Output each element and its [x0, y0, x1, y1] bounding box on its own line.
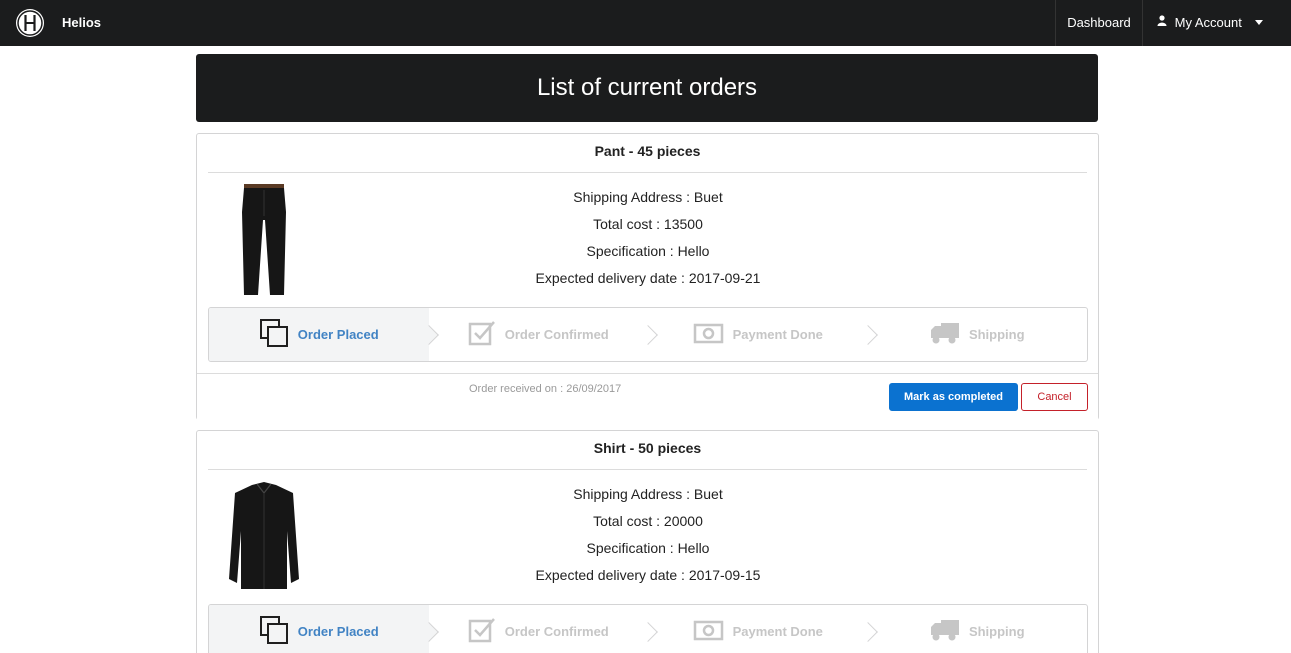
order-card: Pant - 45 pieces Shipping Address : Buet…: [196, 133, 1099, 420]
brand-name[interactable]: Helios: [62, 15, 101, 30]
order-card: Shirt - 50 pieces Shipping Address : Bue…: [196, 430, 1099, 653]
total-cost: Total cost : 20000: [593, 513, 703, 529]
step-label: Order Placed: [297, 624, 379, 639]
user-icon: [1157, 0, 1167, 45]
truck-icon: [930, 321, 960, 348]
order-details: Shipping Address : Buet Total cost : 135…: [497, 184, 799, 292]
specification: Specification : Hello: [586, 540, 710, 556]
cancel-button[interactable]: Cancel: [1021, 383, 1088, 411]
money-bill-icon: [693, 620, 724, 644]
expected-delivery-date: Expected delivery date : 2017-09-21: [535, 270, 761, 286]
money-bill-icon: [693, 323, 724, 347]
order-received-date: Order received on : 26/09/2017: [469, 383, 622, 395]
copy-icon: [259, 615, 289, 648]
order-footer: Order received on : 26/09/2017 Mark as c…: [197, 373, 1098, 420]
chevron-down-icon: [1255, 19, 1264, 25]
specification: Specification : Hello: [586, 243, 710, 259]
order-progress-steps: Order Placed Order Confirmed Payment Don…: [208, 307, 1088, 362]
step-shipping[interactable]: Shipping: [868, 308, 1088, 361]
checkbox-checked-icon: [468, 320, 496, 349]
shipping-address: Shipping Address : Buet: [573, 189, 723, 205]
mark-as-completed-button[interactable]: Mark as completed: [889, 383, 1018, 411]
step-label: Shipping: [968, 624, 1025, 639]
step-label: Order Placed: [297, 327, 379, 342]
order-title: Shirt - 50 pieces: [208, 431, 1087, 470]
step-label: Payment Done: [732, 624, 823, 639]
order-progress-steps: Order Placed Order Confirmed Payment Don…: [208, 604, 1088, 653]
step-label: Order Confirmed: [504, 327, 609, 342]
pant-product-image: [219, 182, 309, 298]
checkbox-checked-icon: [468, 617, 496, 646]
step-label: Payment Done: [732, 327, 823, 342]
my-account-label: My Account: [1174, 15, 1242, 30]
nav-dashboard-link[interactable]: Dashboard: [1055, 0, 1142, 46]
step-order-placed[interactable]: Order Placed: [209, 605, 429, 653]
step-order-placed[interactable]: Order Placed: [209, 308, 429, 361]
order-details: Shipping Address : Buet Total cost : 200…: [497, 481, 799, 589]
order-title: Pant - 45 pieces: [208, 134, 1087, 173]
total-cost: Total cost : 13500: [593, 216, 703, 232]
step-payment-done[interactable]: Payment Done: [648, 605, 868, 653]
my-account-dropdown[interactable]: My Account: [1142, 0, 1291, 46]
truck-icon: [930, 618, 960, 645]
shirt-product-image: [219, 479, 309, 595]
step-shipping[interactable]: Shipping: [868, 605, 1088, 653]
top-navbar: Helios Dashboard My Account: [0, 0, 1291, 46]
shipping-address: Shipping Address : Buet: [573, 486, 723, 502]
expected-delivery-date: Expected delivery date : 2017-09-15: [535, 567, 761, 583]
step-label: Shipping: [968, 327, 1025, 342]
helios-logo-icon[interactable]: [16, 9, 44, 37]
step-order-confirmed[interactable]: Order Confirmed: [429, 308, 649, 361]
step-label: Order Confirmed: [504, 624, 609, 639]
step-order-confirmed[interactable]: Order Confirmed: [429, 605, 649, 653]
page-title: List of current orders: [196, 54, 1098, 122]
step-payment-done[interactable]: Payment Done: [648, 308, 868, 361]
copy-icon: [259, 318, 289, 351]
